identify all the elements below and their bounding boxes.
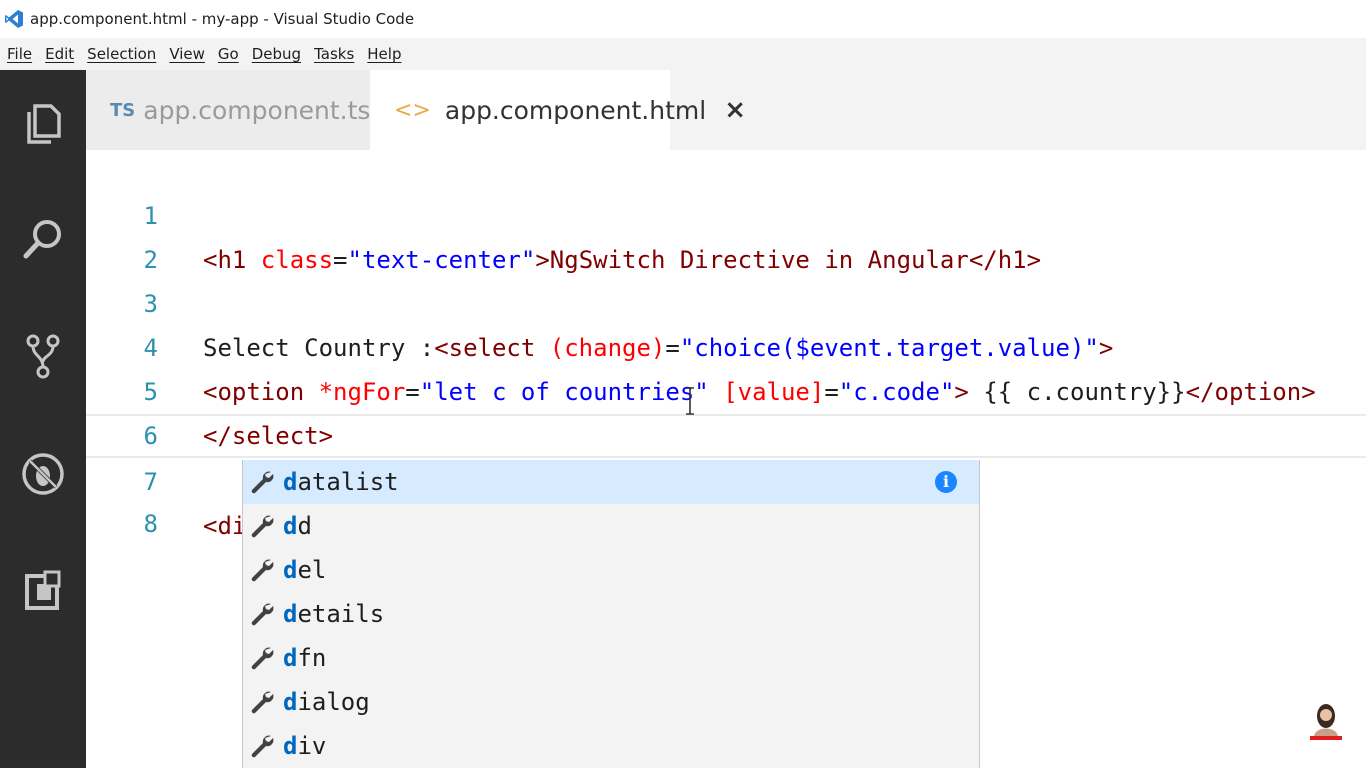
title-bar: app.component.html - my-app - Visual Stu… <box>0 0 1366 38</box>
window-title: app.component.html - my-app - Visual Stu… <box>30 10 415 28</box>
suggestion-item[interactable]: d atalist i <box>243 460 979 504</box>
wrench-icon <box>251 691 274 714</box>
explorer-icon[interactable] <box>19 100 67 148</box>
close-tab-icon[interactable]: × <box>724 95 746 125</box>
code-line: 1 <h1 class="text-center">NgSwitch Direc… <box>86 150 1366 274</box>
menu-file[interactable]: File <box>7 45 32 63</box>
suggestion-item[interactable]: dd <box>243 504 979 548</box>
tab-label: app.component.ts <box>143 95 371 125</box>
activity-bar <box>0 70 86 768</box>
menu-help[interactable]: Help <box>367 45 401 63</box>
info-icon[interactable]: i <box>935 471 957 493</box>
menu-selection[interactable]: Selection <box>87 45 156 63</box>
code-line: 5 </select> <box>86 326 1366 450</box>
wrench-icon <box>251 647 274 670</box>
source-control-icon[interactable] <box>19 332 67 380</box>
menu-debug[interactable]: Debug <box>252 45 301 63</box>
code-line: 2 <box>86 194 1366 274</box>
wrench-icon <box>251 735 274 758</box>
menu-tasks[interactable]: Tasks <box>314 45 354 63</box>
suggestion-widget: d atalist i dd d el d etails d fn d ialog d iv <box>242 460 980 768</box>
suggestion-item[interactable]: d el <box>243 548 979 592</box>
suggestion-item[interactable]: d etails <box>243 592 979 636</box>
menu-edit[interactable]: Edit <box>45 45 74 63</box>
current-code-line: 7 <di <box>86 414 1366 542</box>
wrench-icon <box>251 515 274 538</box>
wrench-icon <box>251 559 274 582</box>
suggestion-item[interactable]: d ialog <box>243 680 979 724</box>
code-line: 6 <box>86 370 1366 450</box>
tab-label: app.component.html <box>444 95 707 125</box>
code-line: 4 <option *ngFor="let c of countries" [v… <box>86 282 1366 406</box>
tab-app-component-html[interactable]: <> app.component.html × <box>370 70 746 150</box>
html-file-icon: <> <box>394 97 431 123</box>
wrench-icon <box>251 603 274 626</box>
tab-bar: TS app.component.ts <> app.component.htm… <box>86 70 1366 150</box>
code-line: 3 Select Country :<select (change)="choi… <box>86 238 1366 362</box>
typescript-icon: TS <box>110 99 136 121</box>
menu-view[interactable]: View <box>169 45 205 63</box>
line-number: 8 <box>143 510 158 538</box>
debug-icon[interactable] <box>19 450 67 498</box>
menu-go[interactable]: Go <box>218 45 239 63</box>
extensions-icon[interactable] <box>19 566 67 614</box>
search-icon[interactable] <box>19 216 67 264</box>
subscribe-avatar-icon[interactable] <box>1306 700 1346 742</box>
suggestion-item[interactable]: d fn <box>243 636 979 680</box>
text-cursor-icon <box>686 387 694 415</box>
wrench-icon <box>251 471 274 494</box>
vscode-logo-icon <box>5 10 23 28</box>
tab-app-component-ts[interactable]: TS app.component.ts <box>86 70 370 150</box>
suggestion-item[interactable]: d iv <box>243 724 979 768</box>
menu-bar: File Edit Selection View Go Debug Tasks … <box>0 38 1366 70</box>
